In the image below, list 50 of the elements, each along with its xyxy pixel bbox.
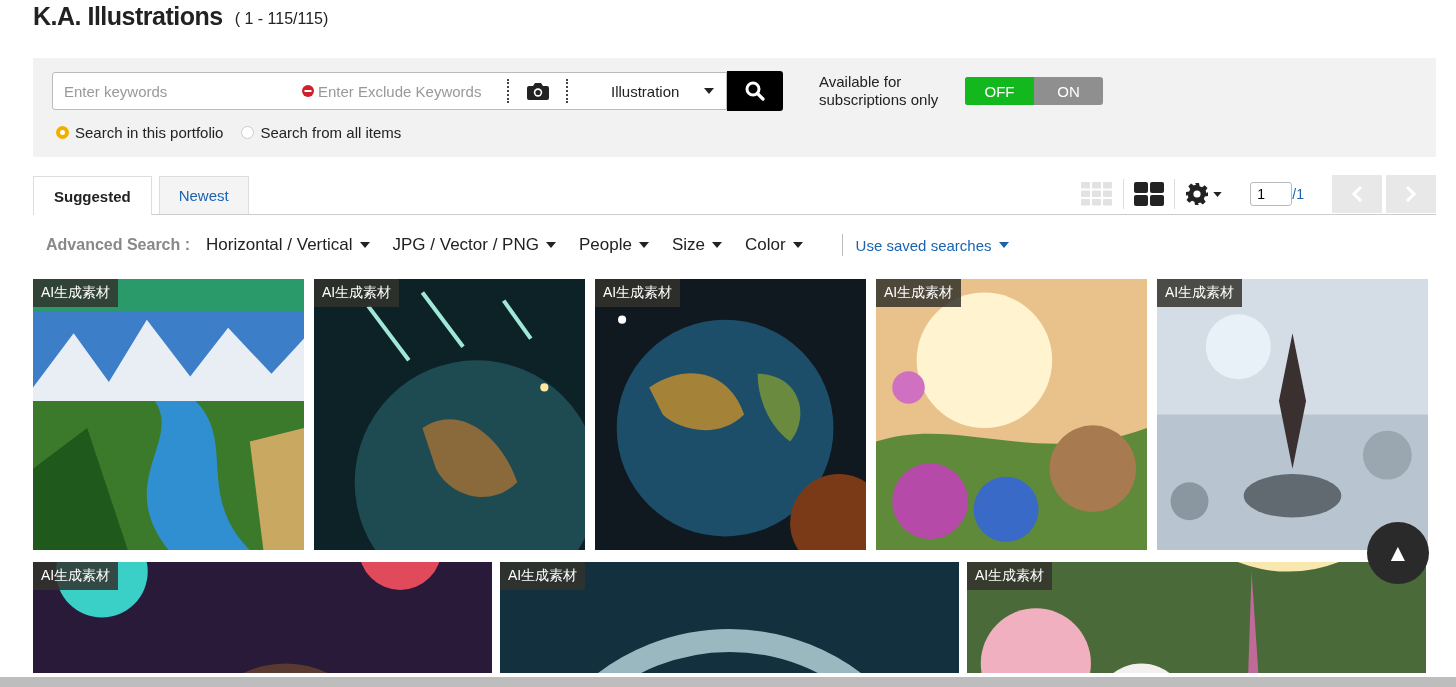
ai-badge: AI生成素材 bbox=[876, 279, 962, 307]
scope-radio[interactable]: Search in this portfolio bbox=[56, 124, 224, 141]
ai-badge: AI生成素材 bbox=[967, 562, 1053, 590]
ai-badge: AI生成素材 bbox=[33, 562, 119, 590]
caret-icon bbox=[704, 88, 714, 94]
settings-icon bbox=[1185, 182, 1210, 206]
filter-dropdown[interactable]: People bbox=[578, 235, 649, 255]
advanced-search-label: Advanced Search : bbox=[46, 236, 191, 254]
caret-icon bbox=[638, 242, 649, 248]
page-number-field[interactable]: 1 bbox=[1250, 182, 1293, 206]
image-thumbnail[interactable]: AI生成素材 bbox=[967, 562, 1426, 673]
scrollbar[interactable] bbox=[0, 677, 1456, 687]
image-thumbnail[interactable]: AI生成素材 bbox=[500, 562, 959, 673]
small-grid-icon bbox=[1081, 182, 1114, 206]
page-total: /1 bbox=[1292, 186, 1304, 202]
keywords-field[interactable]: Enter keywords bbox=[53, 82, 290, 100]
image-thumbnail[interactable]: AI生成素材 bbox=[876, 279, 1147, 550]
filter-dropdown[interactable]: Size bbox=[671, 235, 722, 255]
exclude-keywords-field[interactable]: Enter Exclude Keywords bbox=[314, 82, 507, 100]
image-thumbnail[interactable]: AI生成素材 bbox=[33, 279, 304, 550]
filter-dropdown[interactable]: Color bbox=[744, 235, 803, 255]
filter-dropdown[interactable]: Horizontal / Vertical bbox=[206, 235, 370, 255]
camera-icon bbox=[526, 82, 549, 100]
ai-badge: AI生成素材 bbox=[314, 279, 400, 307]
image-thumbnail[interactable]: AI生成素材 bbox=[33, 562, 492, 673]
saved-searches-dropdown[interactable]: Use saved searches bbox=[855, 236, 1009, 254]
image-thumbnail[interactable]: AI生成素材 bbox=[595, 279, 866, 550]
portfolio-title: K.A. Illustrations bbox=[33, 2, 223, 31]
scope-radio[interactable]: Search from all items bbox=[241, 124, 402, 141]
ai-badge: AI生成素材 bbox=[1157, 279, 1243, 307]
sort-tab[interactable]: Suggested bbox=[33, 176, 152, 215]
caret-icon bbox=[711, 242, 722, 248]
image-thumbnail[interactable]: AI生成素材 bbox=[314, 279, 585, 550]
ai-badge: AI生成素材 bbox=[500, 562, 586, 590]
subscription-label: Available for subscriptions only bbox=[819, 73, 940, 109]
filter-dropdown[interactable]: JPG / Vector / PNG bbox=[392, 235, 556, 255]
caret-icon bbox=[359, 242, 370, 248]
sort-tab[interactable]: Newest bbox=[158, 176, 249, 214]
ai-badge: AI生成素材 bbox=[33, 279, 119, 307]
caret-icon bbox=[998, 242, 1009, 248]
exclude-icon bbox=[302, 85, 314, 97]
caret-icon bbox=[792, 242, 803, 248]
ai-badge: AI生成素材 bbox=[595, 279, 681, 307]
result-count: ( 1 - 115/115) bbox=[234, 10, 329, 28]
category-dropdown[interactable]: Illustration bbox=[568, 73, 726, 109]
search-button[interactable] bbox=[727, 71, 783, 111]
caret-icon bbox=[545, 242, 556, 248]
caret-icon bbox=[1213, 191, 1223, 197]
large-grid-icon bbox=[1134, 182, 1165, 206]
search-icon bbox=[745, 81, 765, 101]
